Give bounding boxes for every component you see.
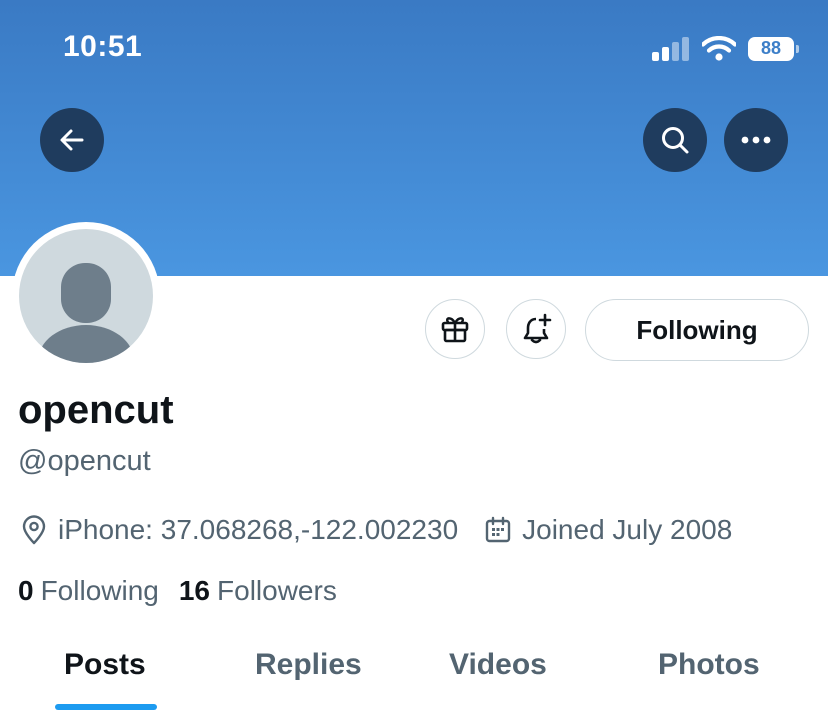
search-icon <box>662 127 689 154</box>
followers-label: Followers <box>217 575 337 606</box>
location-pin-icon <box>22 515 46 545</box>
tab-videos[interactable]: Videos <box>449 648 547 682</box>
tab-photos[interactable]: Photos <box>658 648 760 682</box>
following-label: Following <box>40 575 159 606</box>
followers-count: 16 <box>178 575 211 606</box>
followers-count-link[interactable]: 16 Followers <box>179 575 337 607</box>
search-button[interactable] <box>643 108 707 172</box>
status-icons: 88 <box>652 36 799 61</box>
following-count: 0 <box>18 575 34 606</box>
avatar[interactable] <box>12 222 160 370</box>
calendar-icon <box>485 516 511 543</box>
gift-button[interactable] <box>425 299 485 359</box>
battery-level: 88 <box>760 38 782 58</box>
location-item: iPhone: 37.068268,-122.002230 <box>20 514 458 546</box>
more-button[interactable] <box>724 108 788 172</box>
notifications-button[interactable] <box>506 299 566 359</box>
status-time: 10:51 <box>63 30 143 63</box>
wifi-icon <box>702 36 736 61</box>
active-tab-indicator <box>55 704 157 710</box>
tab-posts[interactable]: Posts <box>64 648 146 682</box>
more-icon <box>741 136 771 144</box>
signal-icon <box>652 36 689 61</box>
follow-counts: 0 Following 16 Followers <box>18 575 337 607</box>
person-silhouette-icon <box>38 263 134 363</box>
back-button[interactable] <box>40 108 104 172</box>
joined-item: Joined July 2008 <box>484 514 732 546</box>
joined-text: Joined July 2008 <box>522 514 733 545</box>
following-button[interactable]: Following <box>585 299 809 361</box>
location-text: iPhone: 37.068268,-122.002230 <box>58 514 459 545</box>
profile-tabs: Posts Replies Videos Photos <box>0 640 828 711</box>
default-avatar <box>19 229 153 363</box>
following-count-link[interactable]: 0 Following <box>18 575 159 607</box>
user-handle: @opencut <box>18 445 151 477</box>
tab-replies[interactable]: Replies <box>255 648 362 682</box>
gift-icon <box>441 317 469 343</box>
arrow-left-icon <box>60 129 84 151</box>
profile-meta: iPhone: 37.068268,-122.002230 Joined Jul… <box>20 514 732 546</box>
display-name: opencut <box>18 388 174 432</box>
bell-plus-icon <box>523 313 552 344</box>
battery-indicator: 88 <box>748 36 799 61</box>
